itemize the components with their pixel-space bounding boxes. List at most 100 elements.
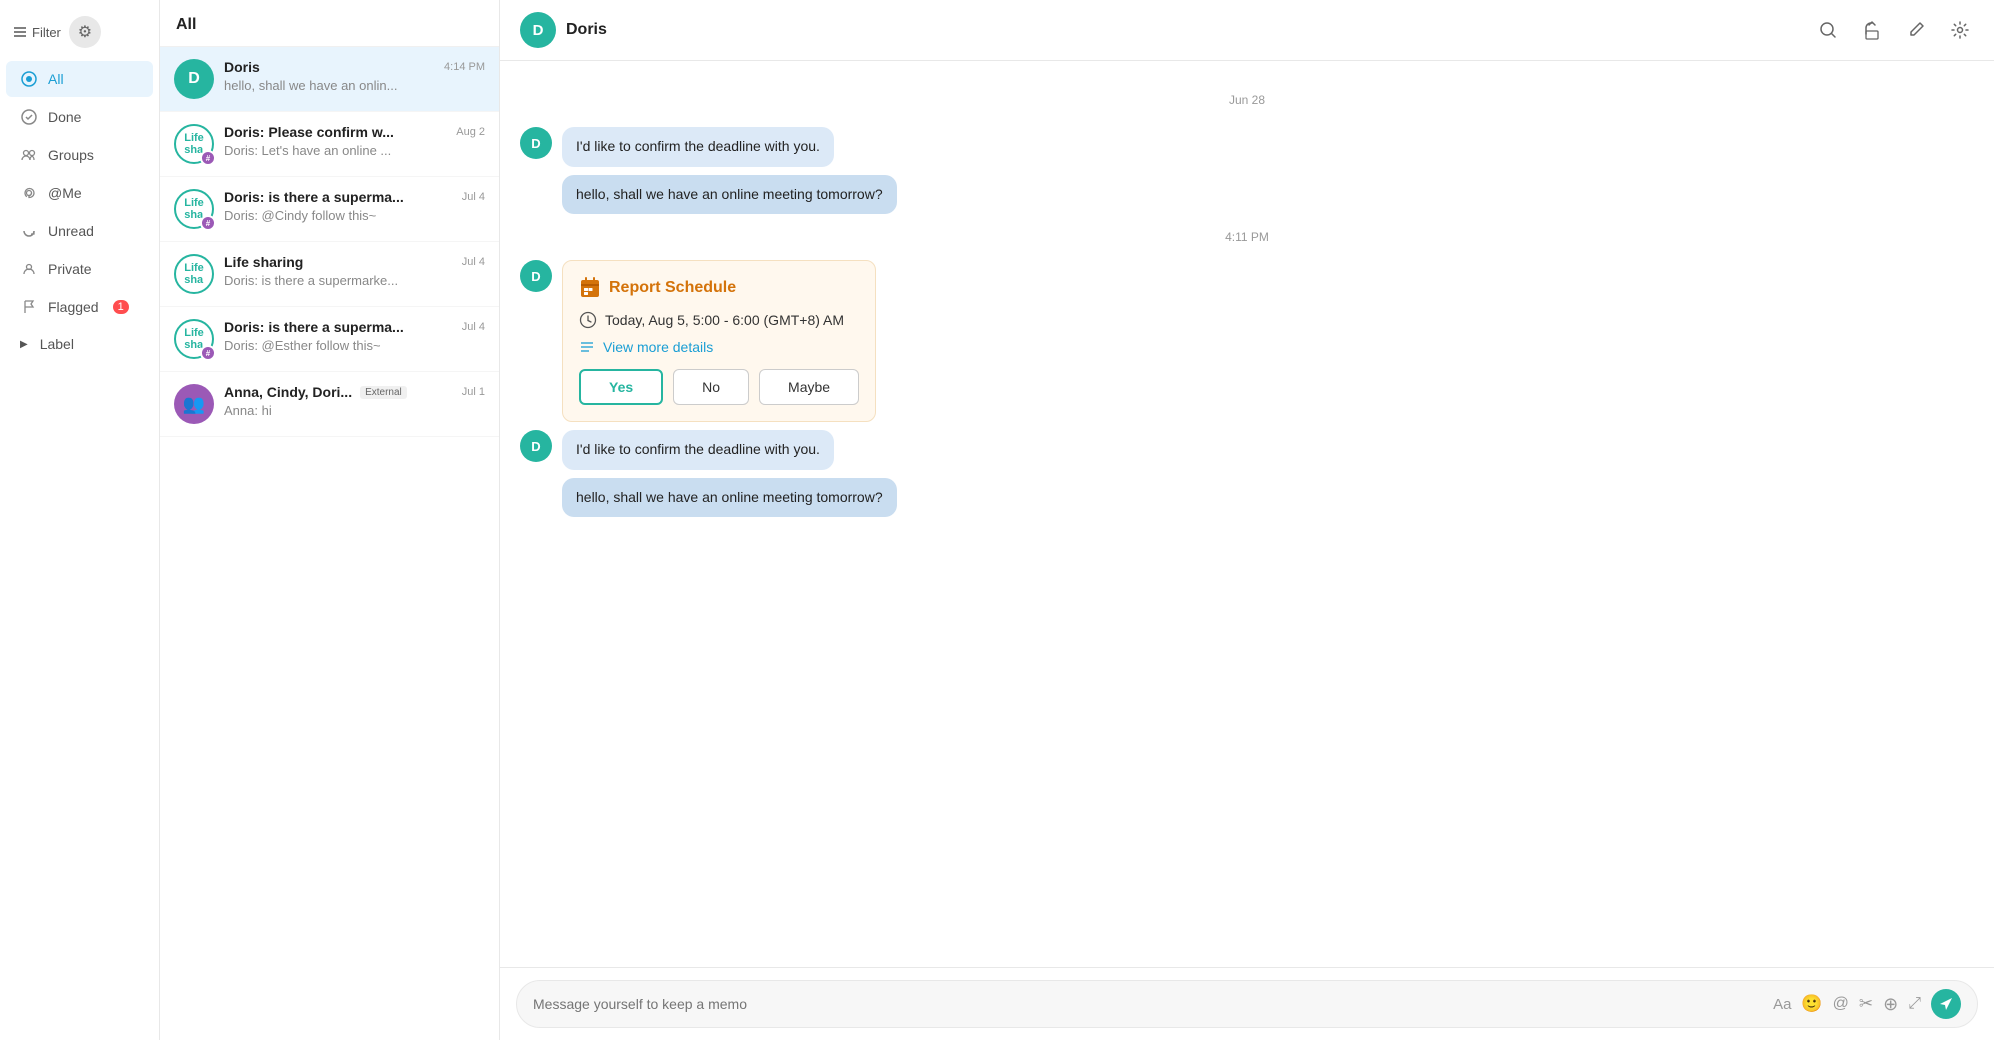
no-button[interactable]: No <box>673 369 749 405</box>
sidebar-item-all[interactable]: All <box>6 61 153 97</box>
sidebar-item-unread[interactable]: Unread <box>6 213 153 249</box>
schedule-card-icon <box>579 277 601 299</box>
conv-avatar-doris: D <box>174 59 214 99</box>
sidebar-item-flagged[interactable]: Flagged 1 <box>6 289 153 325</box>
private-label: Private <box>48 261 92 277</box>
input-box: Aa 🙂 @ ✂ ⊕ ⤢ <box>516 980 1978 1028</box>
msg-bubble-1: I'd like to confirm the deadline with yo… <box>562 127 834 167</box>
chat-header: D Doris <box>500 0 1994 61</box>
conv-item-superma2[interactable]: Lifesha # Doris: is there a superma... J… <box>160 307 499 372</box>
scissors-icon[interactable]: ✂ <box>1859 994 1873 1014</box>
conv-item-anna[interactable]: 👥 Anna, Cindy, Dori... External Jul 1 An… <box>160 372 499 437</box>
conv-badge-superma1: # <box>200 215 216 231</box>
schedule-details-link[interactable]: View more details <box>579 339 859 355</box>
conv-time-confirm: Aug 2 <box>456 126 485 138</box>
chat-input-area: Aa 🙂 @ ✂ ⊕ ⤢ <box>500 967 1994 1040</box>
conv-time-anna: Jul 1 <box>462 386 485 398</box>
flagged-label: Flagged <box>48 299 99 315</box>
filter-icon <box>12 24 28 40</box>
date-divider-jun28: Jun 28 <box>520 93 1974 107</box>
conv-time-life: Jul 4 <box>462 256 485 268</box>
msg-avatar-schedule: D <box>520 260 552 292</box>
conv-avatar-anna: 👥 <box>174 384 214 424</box>
edit-button[interactable] <box>1902 16 1930 44</box>
add-icon[interactable]: ⊕ <box>1883 994 1898 1015</box>
flag-icon <box>20 298 38 316</box>
external-badge: External <box>360 386 407 399</box>
me-label: @Me <box>48 185 82 201</box>
conv-list-header: All <box>160 0 499 47</box>
conv-content-doris: Doris 4:14 PM hello, shall we have an on… <box>224 59 485 93</box>
msg-bubble-4: hello, shall we have an online meeting t… <box>562 478 897 518</box>
settings-button[interactable] <box>1946 16 1974 44</box>
chat-contact-avatar: D <box>520 12 556 48</box>
conv-name-anna: Anna, Cindy, Dori... <box>224 384 352 400</box>
message-row-2: hello, shall we have an online meeting t… <box>520 175 1974 215</box>
schedule-time-text: Today, Aug 5, 5:00 - 6:00 (GMT+8) AM <box>605 312 844 328</box>
chat-area: D Doris Jun 28 D I'd like to confirm the… <box>500 0 1994 1040</box>
messages-container: Jun 28 D I'd like to confirm the deadlin… <box>500 61 1994 967</box>
conversation-list: All D Doris 4:14 PM hello, shall we have… <box>160 0 500 1040</box>
sidebar-item-groups[interactable]: Groups <box>6 137 153 173</box>
schedule-actions: Yes No Maybe <box>579 369 859 405</box>
maybe-button[interactable]: Maybe <box>759 369 859 405</box>
at-icon <box>20 184 38 202</box>
groups-label: Groups <box>48 147 94 163</box>
user-avatar-button[interactable]: ⚙ <box>69 16 101 48</box>
time-divider-411: 4:11 PM <box>520 230 1974 244</box>
search-button[interactable] <box>1814 16 1842 44</box>
conv-preview-superma1: Doris: @Cindy follow this~ <box>224 208 485 223</box>
conv-name-confirm: Doris: Please confirm w... <box>224 124 394 140</box>
clock-icon <box>579 311 597 329</box>
expand-icon[interactable]: ⤢ <box>1908 995 1921 1013</box>
schedule-card: Report Schedule Today, Aug 5, 5:00 - 6:0… <box>562 260 876 422</box>
emoji-icon[interactable]: 🙂 <box>1801 994 1822 1014</box>
flagged-badge: 1 <box>113 300 129 314</box>
sidebar-item-private[interactable]: Private <box>6 251 153 287</box>
sidebar-header: Filter ⚙ <box>0 12 159 60</box>
conv-name-life: Life sharing <box>224 254 303 270</box>
mention-icon[interactable]: @ <box>1833 995 1849 1013</box>
all-icon <box>20 70 38 88</box>
conv-item-life-sharing[interactable]: Lifesha Life sharing Jul 4 Doris: is the… <box>160 242 499 307</box>
label-chevron-icon: ▶ <box>20 339 28 350</box>
private-icon <box>20 260 38 278</box>
gear-icon: ⚙ <box>78 22 92 42</box>
message-row-1: D I'd like to confirm the deadline with … <box>520 127 1974 167</box>
conv-preview-life: Doris: is there a supermarke... <box>224 273 485 288</box>
conv-item-doris[interactable]: D Doris 4:14 PM hello, shall we have an … <box>160 47 499 112</box>
conv-item-superma1[interactable]: Lifesha # Doris: is there a superma... J… <box>160 177 499 242</box>
details-icon <box>579 339 595 355</box>
done-icon <box>20 108 38 126</box>
message-row-3: D I'd like to confirm the deadline with … <box>520 430 1974 470</box>
conv-time-doris: 4:14 PM <box>444 61 485 73</box>
message-input[interactable] <box>533 996 1763 1012</box>
conv-name-superma1: Doris: is there a superma... <box>224 189 404 205</box>
conv-name-doris: Doris <box>224 59 260 75</box>
msg-avatar-3: D <box>520 430 552 462</box>
msg-bubble-3: I'd like to confirm the deadline with yo… <box>562 430 834 470</box>
sidebar-item-done[interactable]: Done <box>6 99 153 135</box>
chat-contact-name: Doris <box>566 21 607 39</box>
yes-button[interactable]: Yes <box>579 369 663 405</box>
conv-preview-doris: hello, shall we have an onlin... <box>224 78 485 93</box>
send-button[interactable] <box>1931 989 1961 1019</box>
conv-name-superma2: Doris: is there a superma... <box>224 319 404 335</box>
sidebar: Filter ⚙ All Done Groups <box>0 0 160 1040</box>
schedule-title-text: Report Schedule <box>609 279 736 297</box>
groups-icon <box>20 146 38 164</box>
font-size-icon[interactable]: Aa <box>1773 996 1791 1013</box>
all-label: All <box>48 71 64 87</box>
message-row-4: hello, shall we have an online meeting t… <box>520 478 1974 518</box>
forward-button[interactable] <box>1858 16 1886 44</box>
conv-preview-confirm: Doris: Let's have an online ... <box>224 143 485 158</box>
conv-item-doris-confirm[interactable]: Lifesha # Doris: Please confirm w... Aug… <box>160 112 499 177</box>
conv-badge-superma2: # <box>200 345 216 361</box>
filter-button[interactable]: Filter <box>12 24 61 40</box>
view-more-text: View more details <box>603 339 713 355</box>
sidebar-item-me[interactable]: @Me <box>6 175 153 211</box>
sidebar-item-label[interactable]: ▶ Label <box>6 327 153 361</box>
conv-preview-anna: Anna: hi <box>224 403 485 418</box>
conv-preview-superma2: Doris: @Esther follow this~ <box>224 338 485 353</box>
conv-time-superma2: Jul 4 <box>462 321 485 333</box>
